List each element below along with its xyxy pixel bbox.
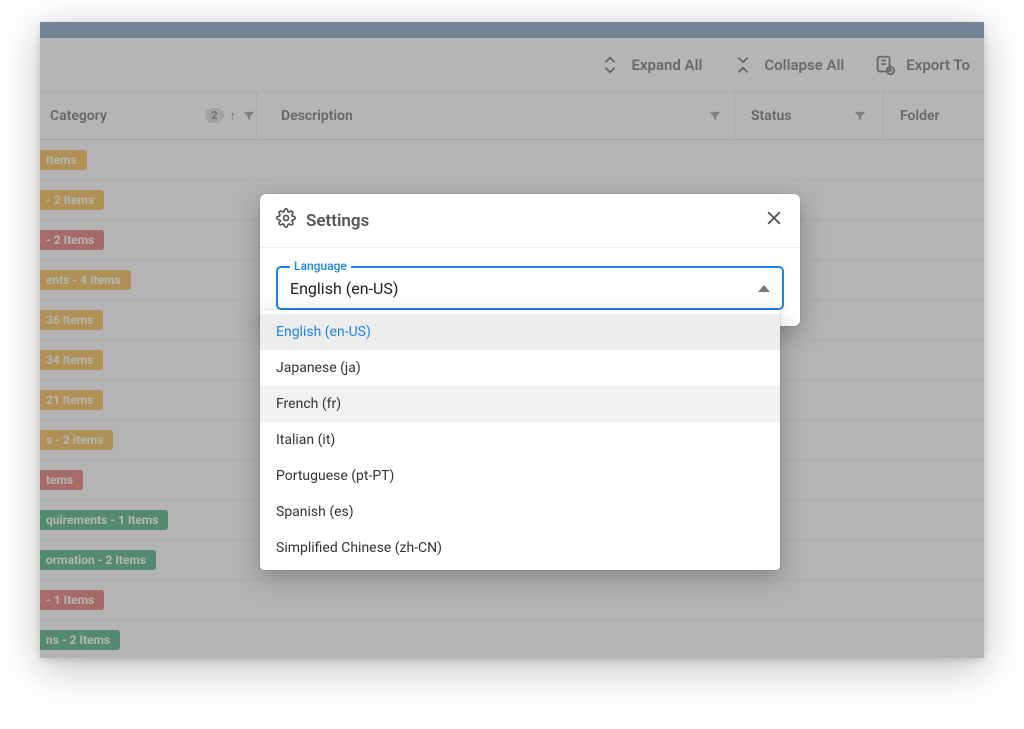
settings-dialog: Settings Language English (en-US) xyxy=(260,194,800,326)
language-option[interactable]: English (en-US) xyxy=(260,314,780,350)
close-icon[interactable] xyxy=(764,208,784,233)
app-viewport: Expand All Collapse All Export To xyxy=(40,22,984,658)
dialog-title: Settings xyxy=(306,211,369,231)
language-selected-value: English (en-US) xyxy=(290,279,398,298)
language-option[interactable]: Portuguese (pt-PT) xyxy=(260,458,780,494)
language-option[interactable]: Spanish (es) xyxy=(260,494,780,530)
language-field-label: Language xyxy=(290,259,351,273)
caret-up-icon xyxy=(758,285,770,292)
language-select[interactable]: Language English (en-US) xyxy=(276,266,784,310)
language-option[interactable]: Simplified Chinese (zh-CN) xyxy=(260,530,780,566)
language-option[interactable]: Japanese (ja) xyxy=(260,350,780,386)
language-option[interactable]: Italian (it) xyxy=(260,422,780,458)
dialog-header: Settings xyxy=(260,194,800,248)
gear-icon xyxy=(276,208,296,233)
language-option[interactable]: French (fr) xyxy=(260,386,780,422)
language-options-list: English (en-US)Japanese (ja)French (fr)I… xyxy=(260,310,780,570)
